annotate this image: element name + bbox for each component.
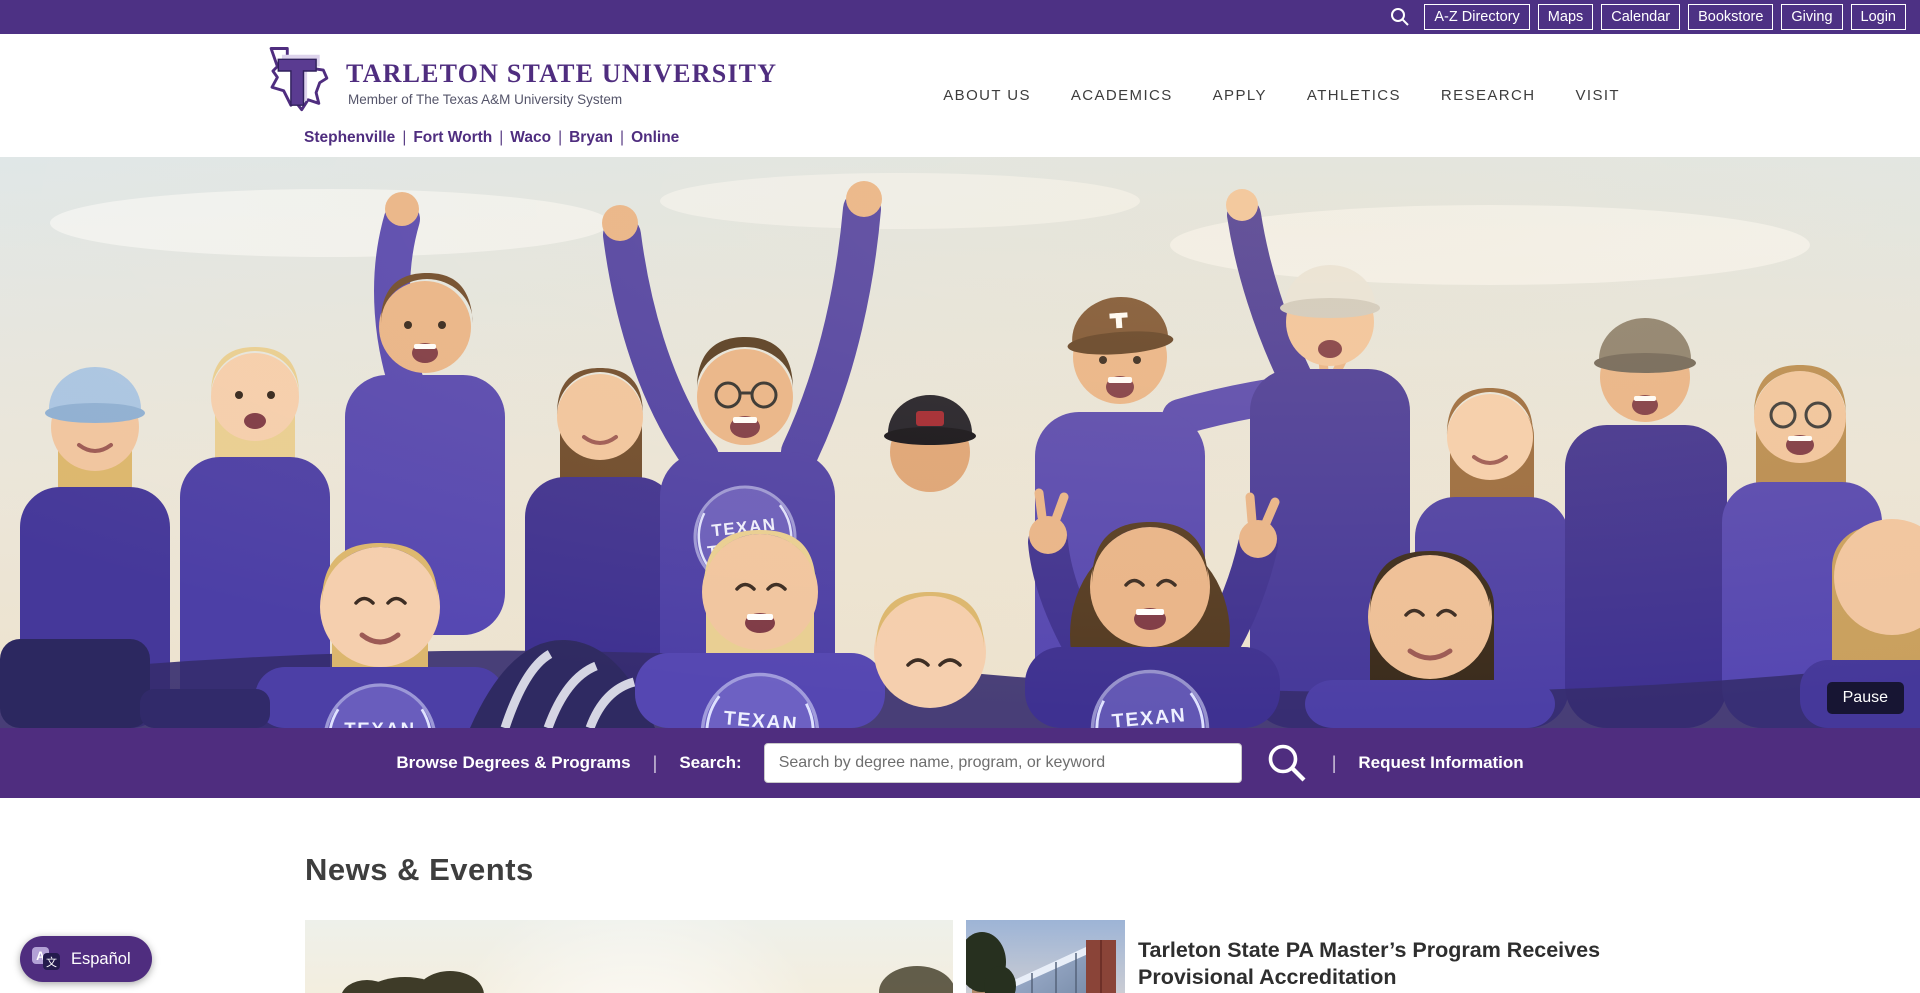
degree-search-submit-button[interactable]	[1264, 742, 1310, 784]
building-photo	[966, 920, 1125, 993]
browse-degrees-link[interactable]: Browse Degrees & Programs	[396, 753, 630, 773]
nav-visit[interactable]: VISIT	[1575, 87, 1620, 104]
location-separator: |	[402, 129, 406, 146]
a-z-directory-link[interactable]: A-Z Directory	[1424, 4, 1529, 30]
tarleton-texas-logo-icon	[264, 44, 334, 121]
hero-crowd-illustration: TEXAN TUNNEL	[0, 157, 1920, 728]
translate-button[interactable]: A 文 Español	[20, 936, 152, 982]
location-online[interactable]: Online	[631, 129, 679, 146]
news-events-heading: News & Events	[305, 852, 1615, 888]
campus-locations: Stephenville | Fort Worth | Waco | Bryan | Onlin…	[304, 129, 777, 147]
band-separator: |	[653, 753, 658, 774]
login-link[interactable]: Login	[1851, 4, 1906, 30]
degree-search-input[interactable]	[764, 743, 1242, 783]
nav-apply[interactable]: APPLY	[1213, 87, 1267, 104]
pause-button[interactable]: Pause	[1827, 682, 1904, 714]
brand-block: TARLETON STATE UNIVERSITY Member of The …	[264, 44, 777, 147]
giving-link[interactable]: Giving	[1781, 4, 1842, 30]
news-events-section: News & Events	[0, 798, 1920, 993]
sunset-photo	[305, 920, 953, 993]
primary-nav: ABOUT US ACADEMICS APPLY ATHLETICS RESEA…	[943, 87, 1620, 104]
home-logo-link[interactable]: TARLETON STATE UNIVERSITY Member of The …	[264, 44, 777, 121]
search-label: Search:	[679, 753, 741, 773]
nav-athletics[interactable]: ATHLETICS	[1307, 87, 1401, 104]
news-list-item[interactable]: Tarleton State PA Master’s Program Recei…	[966, 920, 1650, 993]
utility-bar: A-Z Directory Maps Calendar Bookstore Gi…	[0, 0, 1920, 34]
calendar-link[interactable]: Calendar	[1601, 4, 1680, 30]
news-row: Tarleton State PA Master’s Program Recei…	[305, 920, 1615, 993]
location-stephenville[interactable]: Stephenville	[304, 129, 395, 146]
location-separator: |	[620, 129, 624, 146]
news-item-title[interactable]: Tarleton State PA Master’s Program Recei…	[1138, 937, 1650, 993]
site-header: TARLETON STATE UNIVERSITY Member of The …	[0, 34, 1920, 157]
location-bryan[interactable]: Bryan	[569, 129, 613, 146]
degree-search-band: Browse Degrees & Programs | Search: | Re…	[0, 728, 1920, 798]
nav-research[interactable]: RESEARCH	[1441, 87, 1536, 104]
search-icon[interactable]	[1384, 7, 1416, 27]
search-icon-glyph	[1390, 7, 1410, 27]
location-separator: |	[558, 129, 562, 146]
hero-video: TEXAN TUNNEL	[0, 157, 1920, 728]
translate-icon: A 文	[31, 944, 62, 975]
university-name: TARLETON STATE UNIVERSITY	[346, 59, 777, 89]
location-fort-worth[interactable]: Fort Worth	[413, 129, 492, 146]
request-information-link[interactable]: Request Information	[1358, 753, 1523, 773]
university-tagline: Member of The Texas A&M University Syste…	[346, 92, 777, 107]
svg-text:文: 文	[46, 955, 57, 969]
location-separator: |	[499, 129, 503, 146]
nav-about-us[interactable]: ABOUT US	[943, 87, 1031, 104]
band-separator: |	[1332, 753, 1337, 774]
nav-academics[interactable]: ACADEMICS	[1071, 87, 1173, 104]
news-item-thumbnail[interactable]	[966, 920, 1125, 993]
location-waco[interactable]: Waco	[510, 129, 551, 146]
translate-label: Español	[71, 950, 131, 969]
search-icon	[1266, 742, 1308, 784]
bookstore-link[interactable]: Bookstore	[1688, 4, 1773, 30]
featured-news-card[interactable]	[305, 920, 953, 993]
maps-link[interactable]: Maps	[1538, 4, 1593, 30]
